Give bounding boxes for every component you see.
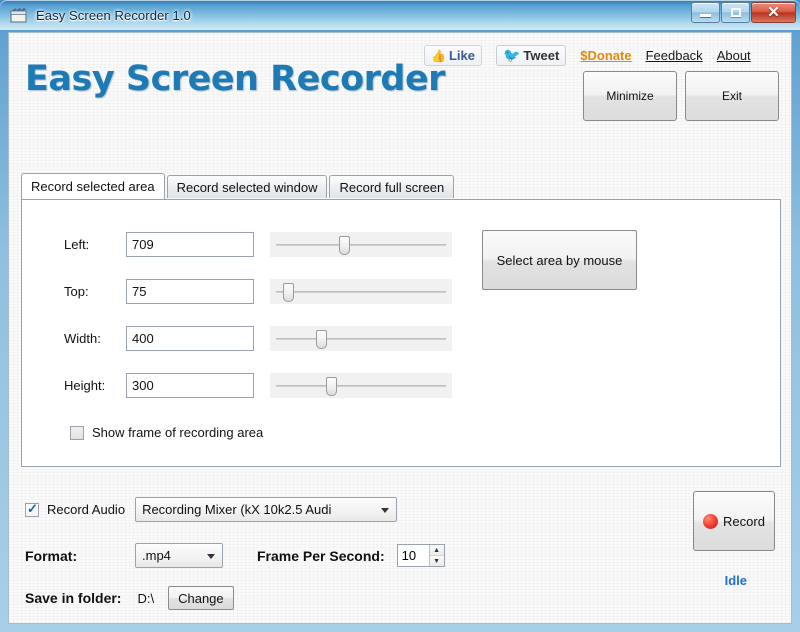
top-input[interactable] <box>126 279 254 304</box>
tab-record-full-screen[interactable]: Record full screen <box>329 175 455 198</box>
app-logo-title: Easy Screen Recorder <box>25 59 445 99</box>
tab-panel-record-selected-area: Left: Top: Width: <box>21 199 781 467</box>
minimize-app-button[interactable]: Minimize <box>583 71 677 121</box>
donate-link[interactable]: $Donate <box>580 48 631 63</box>
left-label: Left: <box>64 237 90 252</box>
bottom-settings-panel: Record Audio Recording Mixer (kX 10k2.5 … <box>9 473 791 624</box>
left-slider[interactable] <box>270 232 452 257</box>
slider-track <box>276 244 446 246</box>
field-row-left: Left: <box>64 232 452 257</box>
show-frame-checkbox-row[interactable]: Show frame of recording area <box>70 425 263 440</box>
cut-video-link[interactable]: Cut Video <box>714 623 775 624</box>
record-audio-checkbox[interactable] <box>25 501 39 517</box>
about-link[interactable]: About <box>717 48 751 63</box>
slider-track <box>276 385 446 387</box>
record-dot-icon <box>703 513 719 529</box>
width-input[interactable] <box>126 326 254 351</box>
tab-strip: Record selected area Record selected win… <box>21 173 456 199</box>
format-label: Format: <box>25 547 78 564</box>
record-button-label: Record <box>723 513 765 529</box>
record-audio-row: Record Audio Recording Mixer (kX 10k2.5 … <box>25 497 398 522</box>
title-bar: Easy Screen Recorder 1.0 ✕ <box>0 0 800 30</box>
fps-label: Frame Per Second: <box>257 547 385 564</box>
application-window: Easy Screen Recorder 1.0 ✕ Easy Screen R… <box>0 0 800 632</box>
format-fps-row: Format: .mp4 Frame Per Second: 10 ▲ ▼ <box>25 543 445 568</box>
feedback-link[interactable]: Feedback <box>646 48 703 63</box>
select-area-by-mouse-button[interactable]: Select area by mouse <box>482 230 637 290</box>
change-folder-button[interactable]: Change <box>168 586 234 610</box>
width-label: Width: <box>64 331 101 346</box>
tab-record-selected-window[interactable]: Record selected window <box>166 175 328 198</box>
exit-app-button[interactable]: Exit <box>685 71 779 121</box>
minimize-window-button[interactable] <box>691 2 720 23</box>
fps-value: 10 <box>401 548 417 563</box>
width-slider[interactable] <box>270 326 452 351</box>
top-slider[interactable] <box>270 279 452 304</box>
slider-track <box>276 338 446 340</box>
tweet-label: Tweet <box>523 48 560 63</box>
minimize-icon <box>700 14 711 17</box>
top-label: Top: <box>64 284 89 299</box>
twitter-bird-icon: 🐦 <box>502 47 521 63</box>
thumbs-up-icon: 👍 <box>431 48 446 63</box>
left-input[interactable] <box>126 232 254 257</box>
chevron-down-icon <box>381 507 390 513</box>
record-button[interactable]: Record <box>693 491 775 551</box>
fps-stepper[interactable]: 10 ▲ ▼ <box>396 544 445 567</box>
tab-record-selected-area[interactable]: Record selected area <box>21 173 165 199</box>
save-folder-row: Save in folder: D:\ Change <box>25 586 234 610</box>
record-audio-label: Record Audio <box>47 502 126 517</box>
close-window-button[interactable]: ✕ <box>751 2 796 23</box>
slider-thumb[interactable] <box>339 236 351 255</box>
slider-track <box>276 291 446 293</box>
field-row-top: Top: <box>64 279 452 304</box>
client-area: Easy Screen Recorder 👍 Like 🐦 Tweet $Don… <box>8 32 792 624</box>
height-slider[interactable] <box>270 373 452 398</box>
twitter-tweet-button[interactable]: 🐦 Tweet <box>495 45 567 66</box>
show-frame-checkbox[interactable] <box>70 425 84 440</box>
caption-buttons: ✕ <box>691 2 796 23</box>
clapperboard-icon <box>10 7 28 23</box>
field-row-width: Width: <box>64 326 452 351</box>
audio-device-combo[interactable]: Recording Mixer (kX 10k2.5 Audi <box>135 497 398 522</box>
save-folder-path: D:\ <box>137 590 155 606</box>
format-combo[interactable]: .mp4 <box>135 543 223 568</box>
slider-thumb[interactable] <box>315 330 327 349</box>
maximize-window-button[interactable] <box>721 2 750 23</box>
window-title: Easy Screen Recorder 1.0 <box>36 7 191 23</box>
slider-thumb[interactable] <box>326 377 338 396</box>
fps-increment-button[interactable]: ▲ <box>429 545 444 556</box>
facebook-like-button[interactable]: 👍 Like <box>424 45 482 66</box>
close-icon: ✕ <box>767 4 780 21</box>
show-frame-label: Show frame of recording area <box>92 425 264 440</box>
chevron-down-icon <box>207 553 215 559</box>
like-label: Like <box>448 48 475 63</box>
format-value: .mp4 <box>142 548 171 563</box>
status-badge: Idle <box>724 573 747 588</box>
height-label: Height: <box>64 378 106 393</box>
window-action-buttons: Minimize Exit <box>583 71 779 121</box>
field-row-height: Height: <box>64 373 452 398</box>
height-input[interactable] <box>126 373 254 398</box>
save-folder-label: Save in folder: <box>25 590 122 606</box>
fps-spinner-buttons[interactable]: ▲ ▼ <box>428 545 444 566</box>
maximize-icon <box>730 8 741 17</box>
audio-device-value: Recording Mixer (kX 10k2.5 Audi <box>142 502 332 517</box>
slider-thumb[interactable] <box>282 283 294 302</box>
fps-decrement-button[interactable]: ▼ <box>429 556 444 566</box>
social-links-bar: 👍 Like 🐦 Tweet $Donate Feedback About <box>424 45 751 66</box>
